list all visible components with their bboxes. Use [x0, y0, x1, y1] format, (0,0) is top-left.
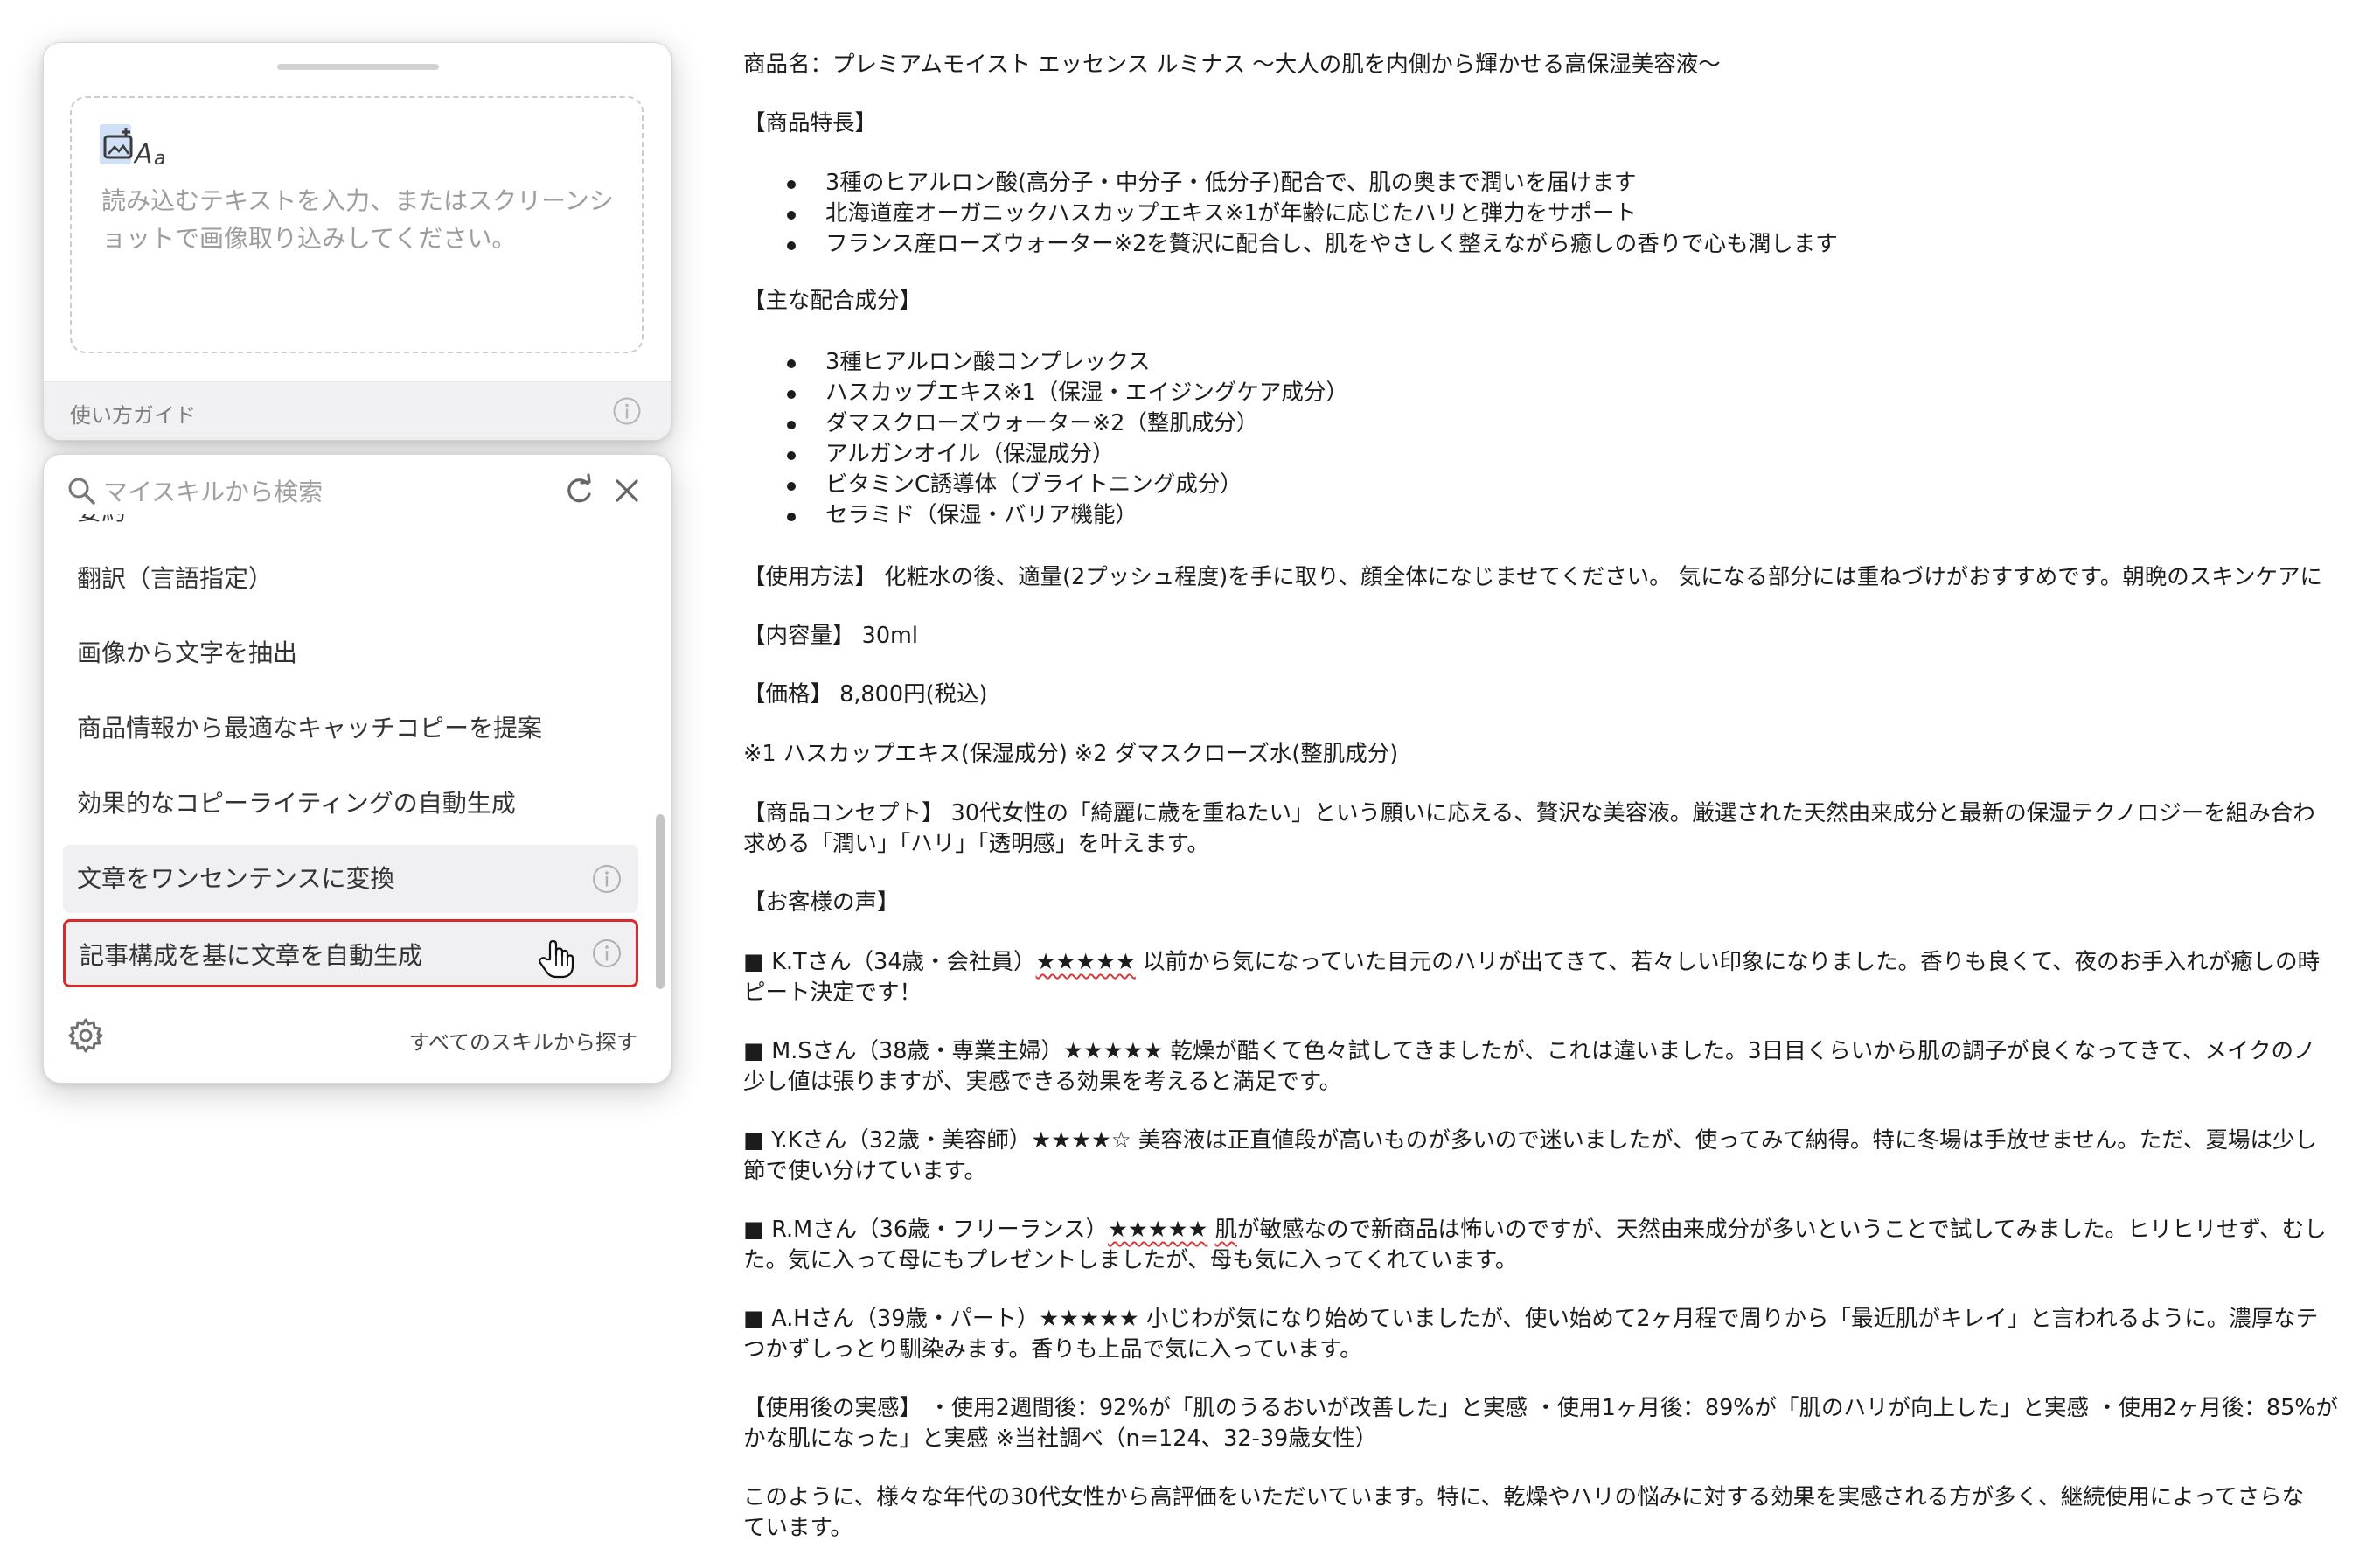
refresh-icon[interactable]: [561, 473, 596, 508]
svg-text:A: A: [133, 139, 153, 170]
close-icon[interactable]: [610, 474, 644, 507]
reviewer: ■ R.Mさん（36歳・フリーランス）: [743, 1217, 1109, 1243]
skill-item-catch-copy[interactable]: 商品情報から最適なキャッチコピーを提案: [63, 694, 638, 763]
info-icon[interactable]: [591, 938, 623, 969]
review-ah-cont: つかずしっとり馴染みます。香りも上品で気に入っています。: [743, 1336, 1362, 1363]
star-rating: ★★★★★: [1035, 949, 1136, 975]
review-yk-cont: 節で使い分けています。: [743, 1158, 986, 1184]
volume-text: 【内容量】 30ml: [743, 623, 918, 649]
closing-text: このように、様々な年代の30代女性から高評価をいただいています。特に、乾燥やハリ…: [743, 1484, 2305, 1510]
review-rm: ■ R.Mさん（36歳・フリーランス）★★★★★ 肌が敏感なので新商品は怖いので…: [743, 1215, 2327, 1245]
skill-item-copywriting[interactable]: 効果的なコピーライティングの自動生成: [63, 770, 638, 838]
skill-search-input[interactable]: [101, 471, 560, 513]
list-item: 3種のヒアルロン酸(高分子・中分子・低分子)配合で、肌の奥まで潤いを届けます: [787, 168, 1838, 199]
skill-label: 効果的なコピーライティングの自動生成: [77, 789, 516, 818]
spell-flag-word: 肌: [1214, 1217, 1237, 1243]
review-body: が敏感なので新商品は怖いのですが、天然由来成分が多いということで試してみました。…: [1237, 1217, 2327, 1243]
all-skills-link[interactable]: すべてのスキルから探す: [409, 1025, 637, 1056]
usage-guide-link[interactable]: 使い方ガイド: [70, 398, 196, 429]
skill-label: 商品情報から最適なキャッチコピーを提案: [77, 714, 543, 743]
list-item: ビタミンC誘導体（ブライトニング成分）: [787, 470, 1348, 500]
results-text-cont: かな肌になった」と実感 ※当社調べ（n=124、32-39歳女性）: [743, 1426, 1378, 1452]
features-list: 3種のヒアルロン酸(高分子・中分子・低分子)配合で、肌の奥まで潤いを届けます 北…: [787, 168, 1838, 260]
review-ms-cont: 少し値は張りますが、実感できる効果を考えると満足です。: [743, 1069, 1342, 1095]
search-icon: [68, 478, 95, 505]
review-ah: ■ A.Hさん（39歳・パート）★★★★★ 小じわが気になり始めていましたが、使…: [743, 1306, 2319, 1332]
list-item: ダマスクローズウォーター※2（整肌成分）: [787, 408, 1348, 439]
skill-label: 文章をワンセンテンスに変換: [77, 864, 395, 893]
skills-panel: 要約 翻訳（言語指定） 画像から文字を抽出 商品情報から最適なキャッチコピーを提…: [43, 454, 672, 1084]
skill-label: 翻訳（言語指定）: [77, 564, 274, 593]
skill-item-summary[interactable]: 要約: [63, 514, 638, 546]
list-item: セラミド（保湿・バリア機能）: [787, 500, 1348, 531]
list-item: 北海道産オーガニックハスカップエキス※1が年齢に応じたハリと弾力をサポート: [787, 199, 1838, 229]
document-body[interactable]: 商品名：プレミアムモイスト エッセンス ルミナス 〜大人の肌を内側から輝かせる高…: [743, 44, 2380, 1562]
input-placeholder: 読み込むテキストを入力、またはスクリーンショットで画像取り込みしてください。: [101, 186, 614, 253]
text-input-area[interactable]: A a 読み込むテキストを入力、またはスクリーンショットで画像取り込みしてくださ…: [70, 96, 644, 353]
concept-text-cont: 求める「潤い」「ハリ」「透明感」を叶えます。: [743, 831, 1209, 857]
gear-icon[interactable]: [66, 1016, 105, 1055]
scrollbar-thumb[interactable]: [656, 814, 665, 989]
scrollbar[interactable]: [652, 514, 666, 1013]
skill-item-extract-text-from-image[interactable]: 画像から文字を抽出: [63, 619, 638, 687]
list-item: 3種ヒアルロン酸コンプレックス: [787, 347, 1348, 378]
features-heading: 【商品特長】: [743, 110, 878, 136]
skill-list: 要約 翻訳（言語指定） 画像から文字を抽出 商品情報から最適なキャッチコピーを提…: [44, 514, 656, 1008]
info-icon[interactable]: [612, 396, 642, 426]
usage-text: 【使用方法】 化粧水の後、適量(2プッシュ程度)を手に取り、顔全体になじませてく…: [743, 564, 2322, 590]
review-kt: ■ K.Tさん（34歳・会社員）★★★★★ 以前から気になっていた目元のハリが出…: [743, 947, 2320, 978]
star-rating: ★★★★★: [1108, 1217, 1208, 1243]
list-item: ハスカップエキス※1（保湿・エイジングケア成分）: [787, 378, 1348, 408]
voices-heading: 【お客様の声】: [743, 889, 900, 916]
ingredients-list: 3種ヒアルロン酸コンプレックス ハスカップエキス※1（保湿・エイジングケア成分）…: [787, 347, 1348, 531]
ingredients-heading: 【主な配合成分】: [743, 288, 922, 314]
review-kt-cont: ピート決定です！: [743, 980, 922, 1006]
product-title: 商品名：プレミアムモイスト エッセンス ルミナス 〜大人の肌を内側から輝かせる高…: [743, 52, 1721, 78]
reviewer: ■ K.Tさん（34歳・会社員）: [743, 949, 1036, 975]
skill-item-translate[interactable]: 翻訳（言語指定）: [63, 545, 638, 613]
list-item: アルガンオイル（保湿成分）: [787, 439, 1348, 470]
skill-label: 画像から文字を抽出: [77, 638, 298, 667]
image-text-icon: A a: [100, 124, 165, 170]
svg-text:a: a: [154, 148, 165, 170]
review-yk: ■ Y.Kさん（32歳・美容師）★★★★☆ 美容液は正直値段が高いものが多いので…: [743, 1127, 2317, 1154]
text-input-panel: A a 読み込むテキストを入力、またはスクリーンショットで画像取り込みしてくださ…: [43, 42, 672, 441]
results-text: 【使用後の実感】 ・使用2週間後：92%が「肌のうるおいが改善した」と実感 ・使…: [743, 1395, 2339, 1421]
closing-text-cont: ています。: [743, 1515, 852, 1541]
concept-text: 【商品コンセプト】 30代女性の「綺麗に歳を重ねたい」という願いに応える、贅沢な…: [743, 800, 2315, 826]
pointer-hand-icon: [539, 939, 574, 979]
skill-item-one-sentence[interactable]: 文章をワンセンテンスに変換: [63, 845, 638, 913]
review-body: 以前から気になっていた目元のハリが出てきて、若々しい印象になりました。香りも良く…: [1135, 949, 2321, 975]
input-footer: 使い方ガイド: [44, 381, 671, 440]
skill-label: 記事構成を基に文章を自動生成: [80, 941, 423, 970]
review-ms: ■ M.Sさん（38歳・専業主婦）★★★★★ 乾燥が酷くて色々試してきましたが、…: [743, 1038, 2316, 1064]
skill-label: 要約: [77, 514, 126, 546]
info-icon[interactable]: [591, 863, 623, 895]
skill-item-article-generate[interactable]: 記事構成を基に文章を自動生成: [63, 919, 638, 987]
notes-text: ※1 ハスカップエキス(保湿成分) ※2 ダマスクローズ水(整肌成分): [743, 741, 1399, 767]
drag-handle[interactable]: [277, 64, 439, 70]
review-rm-cont: た。気に入って母にもプレゼントしましたが、母も気に入ってくれています。: [743, 1247, 1518, 1273]
list-item: フランス産ローズウォーター※2を贅沢に配合し、肌をやさしく整えながら癒しの香りで…: [787, 229, 1838, 260]
price-text: 【価格】 8,800円(税込): [743, 681, 988, 708]
